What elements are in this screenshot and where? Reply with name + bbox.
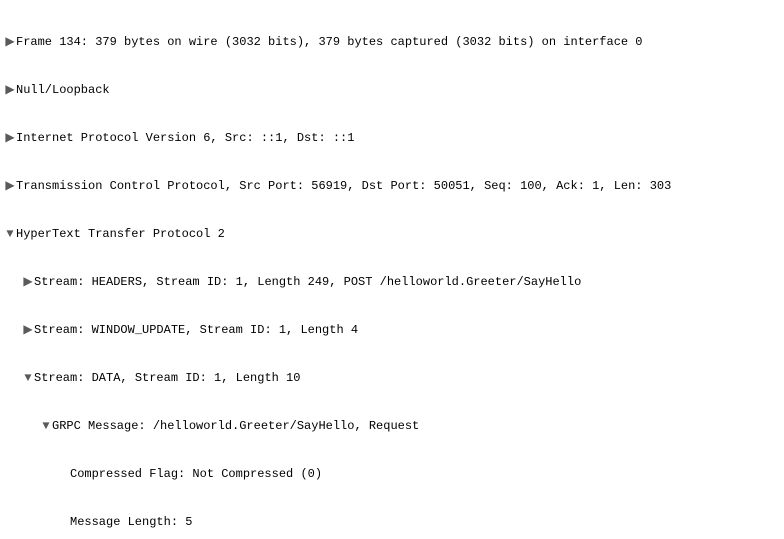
packet-details-tree[interactable]: ▶ Frame 134: 379 bytes on wire (3032 bit… (0, 0, 784, 539)
expand-arrow-down-icon[interactable]: ▼ (22, 370, 34, 386)
tree-row-message-length[interactable]: Message Length: 5 (4, 514, 780, 530)
tree-label-http2: HyperText Transfer Protocol 2 (16, 226, 225, 242)
tree-label-frame: Frame 134: 379 bytes on wire (3032 bits)… (16, 34, 643, 50)
expand-arrow-right-icon[interactable]: ▶ (22, 322, 34, 338)
tree-label-stream-headers: Stream: HEADERS, Stream ID: 1, Length 24… (34, 274, 581, 290)
tree-row-stream-data[interactable]: ▼ Stream: DATA, Stream ID: 1, Length 10 (4, 370, 780, 386)
tree-label-message-length: Message Length: 5 (70, 514, 192, 530)
expand-arrow-right-icon[interactable]: ▶ (22, 274, 34, 290)
expand-arrow-right-icon[interactable]: ▶ (4, 34, 16, 50)
tree-row-ipv6[interactable]: ▶ Internet Protocol Version 6, Src: ::1,… (4, 130, 780, 146)
tree-row-grpc-message[interactable]: ▼ GRPC Message: /helloworld.Greeter/SayH… (4, 418, 780, 434)
tree-row-stream-window-update-1[interactable]: ▶ Stream: WINDOW_UPDATE, Stream ID: 1, L… (4, 322, 780, 338)
expand-arrow-right-icon[interactable]: ▶ (4, 82, 16, 98)
tree-label-stream-window-update-1: Stream: WINDOW_UPDATE, Stream ID: 1, Len… (34, 322, 358, 338)
expand-arrow-down-icon[interactable]: ▼ (4, 226, 16, 242)
tree-row-frame[interactable]: ▶ Frame 134: 379 bytes on wire (3032 bit… (4, 34, 780, 50)
tree-label-compressed-flag: Compressed Flag: Not Compressed (0) (70, 466, 322, 482)
expand-arrow-right-icon[interactable]: ▶ (4, 178, 16, 194)
tree-label-grpc-message: GRPC Message: /helloworld.Greeter/SayHel… (52, 418, 419, 434)
tree-row-null-loopback[interactable]: ▶ Null/Loopback (4, 82, 780, 98)
tree-label-tcp: Transmission Control Protocol, Src Port:… (16, 178, 671, 194)
tree-label-null: Null/Loopback (16, 82, 110, 98)
expand-arrow-down-icon[interactable]: ▼ (40, 418, 52, 434)
tree-row-tcp[interactable]: ▶ Transmission Control Protocol, Src Por… (4, 178, 780, 194)
tree-label-ipv6: Internet Protocol Version 6, Src: ::1, D… (16, 130, 354, 146)
tree-row-http2[interactable]: ▼ HyperText Transfer Protocol 2 (4, 226, 780, 242)
tree-row-compressed-flag[interactable]: Compressed Flag: Not Compressed (0) (4, 466, 780, 482)
tree-label-stream-data: Stream: DATA, Stream ID: 1, Length 10 (34, 370, 300, 386)
tree-row-stream-headers[interactable]: ▶ Stream: HEADERS, Stream ID: 1, Length … (4, 274, 780, 290)
expand-arrow-right-icon[interactable]: ▶ (4, 130, 16, 146)
